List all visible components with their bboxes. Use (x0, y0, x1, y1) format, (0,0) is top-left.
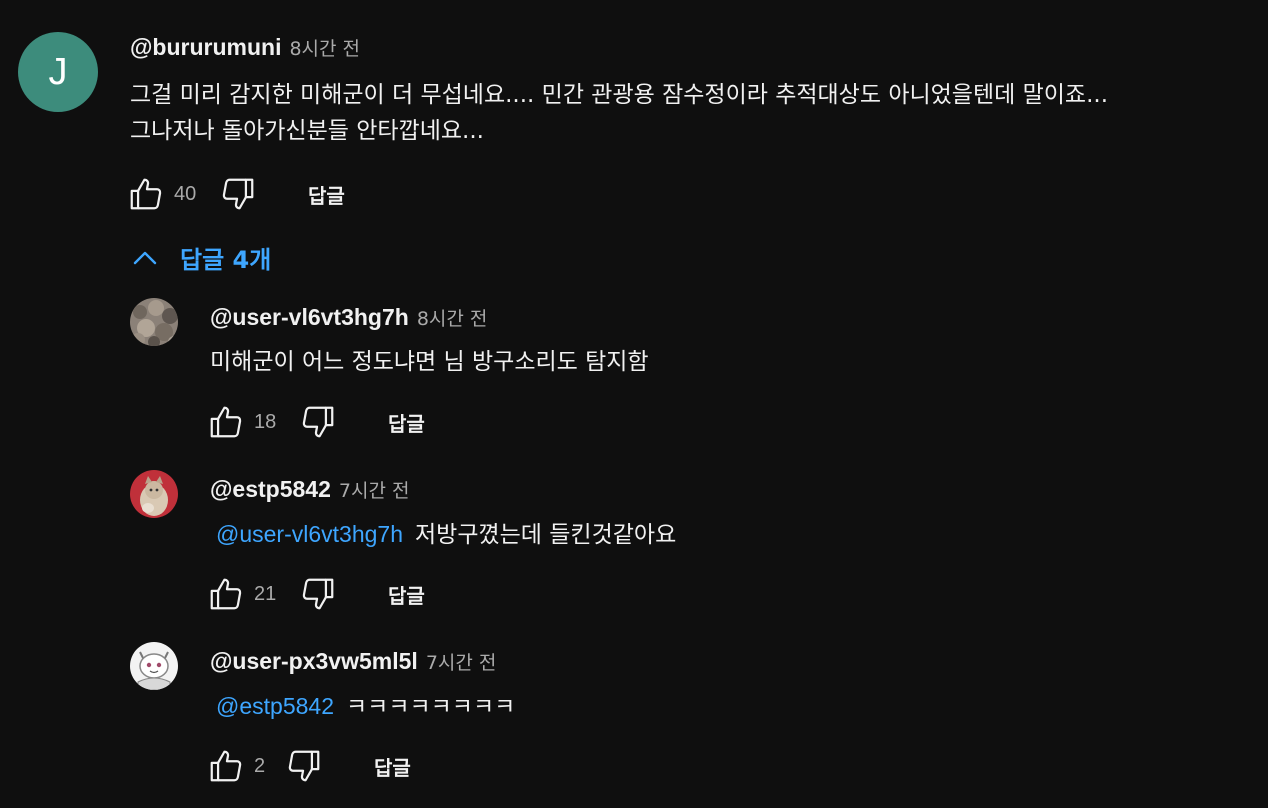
reply-button[interactable]: 답글 (388, 408, 425, 437)
dislike-button[interactable] (298, 574, 338, 614)
comment-time[interactable]: 8시간 전 (289, 34, 360, 61)
comment-text-line: 그걸 미리 감지한 미해군이 더 무섭네요.... 민간 관광용 잠수정이라 추… (130, 82, 1108, 108)
reply-author[interactable]: @user-px3vw5ml5l (210, 648, 418, 675)
dislike-button[interactable] (298, 402, 338, 442)
reply-text: @user-vl6vt3hg7h 저방구꼈는데 들킨것같아요 (216, 516, 676, 553)
avatar[interactable] (130, 470, 178, 518)
reply-button[interactable]: 답글 (308, 180, 345, 209)
avatar[interactable] (130, 642, 178, 690)
avatar-image (130, 642, 178, 690)
mention-link[interactable]: @user-vl6vt3hg7h (216, 521, 403, 547)
reply-header: @user-px3vw5ml5l 7시간 전 (210, 648, 496, 675)
dislike-button[interactable] (284, 746, 324, 786)
thumbs-down-icon (288, 750, 320, 782)
like-count: 40 (174, 182, 197, 205)
reply-time[interactable]: 7시간 전 (426, 648, 497, 675)
avatar-image (130, 298, 178, 346)
like-button[interactable] (206, 574, 246, 614)
reply-text-body: 미해군이 어느 정도냐면 님 방구소리도 탐지함 (210, 349, 649, 375)
comment-author[interactable]: @bururumuni (130, 34, 281, 61)
reply-text-body: 저방구꼈는데 들킨것같아요 (415, 522, 677, 548)
reply-author[interactable]: @estp5842 (210, 476, 331, 503)
thumbs-up-icon (210, 406, 242, 438)
reply-time[interactable]: 8시간 전 (417, 304, 488, 331)
mention-link[interactable]: @estp5842 (216, 693, 334, 719)
avatar[interactable]: J (18, 32, 98, 112)
thumbs-down-icon (222, 178, 254, 210)
avatar-image (130, 470, 178, 518)
comments-section: J @bururumuni 8시간 전 그걸 미리 감지한 미해군이 더 무섭네… (0, 0, 1268, 808)
reply-author[interactable]: @user-vl6vt3hg7h (210, 304, 409, 331)
thumbs-up-icon (130, 178, 162, 210)
thumbs-up-icon (210, 578, 242, 610)
like-button[interactable] (206, 402, 246, 442)
avatar-letter: J (48, 50, 68, 93)
reply-actions: 2 답글 (206, 744, 411, 788)
like-button[interactable] (126, 174, 166, 214)
reply-time[interactable]: 7시간 전 (339, 476, 410, 503)
reply-text: 미해군이 어느 정도냐면 님 방구소리도 탐지함 (210, 344, 649, 380)
like-count: 18 (254, 410, 277, 433)
replies-toggle-button[interactable]: 답글 4개 (130, 240, 271, 275)
comment-text-line: 그나저나 돌아가신분들 안타깝네요... (130, 118, 484, 144)
like-button[interactable] (206, 746, 246, 786)
reply-header: @estp5842 7시간 전 (210, 476, 409, 503)
reply-actions: 18 답글 (206, 400, 425, 444)
thumbs-up-icon (210, 750, 242, 782)
thumbs-down-icon (302, 578, 334, 610)
thumbs-down-icon (302, 406, 334, 438)
comment-header: @bururumuni 8시간 전 (130, 34, 360, 61)
reply-header: @user-vl6vt3hg7h 8시간 전 (210, 304, 487, 331)
dislike-button[interactable] (218, 174, 258, 214)
reply-text: @estp5842 ㅋㅋㅋㅋㅋㅋㅋㅋ (216, 688, 515, 725)
reply-button[interactable]: 답글 (388, 580, 425, 609)
reply-actions: 21 답글 (206, 572, 425, 616)
comment-text: 그걸 미리 감지한 미해군이 더 무섭네요.... 민간 관광용 잠수정이라 추… (130, 77, 1108, 149)
comment-actions: 40 답글 (126, 172, 345, 216)
like-count: 21 (254, 582, 277, 605)
replies-count-label: 답글 4개 (180, 246, 272, 274)
like-count: 2 (254, 754, 266, 777)
avatar[interactable] (130, 298, 178, 346)
chevron-up-icon (133, 251, 157, 264)
reply-text-body: ㅋㅋㅋㅋㅋㅋㅋㅋ (346, 694, 516, 720)
reply-button[interactable]: 답글 (374, 752, 411, 781)
